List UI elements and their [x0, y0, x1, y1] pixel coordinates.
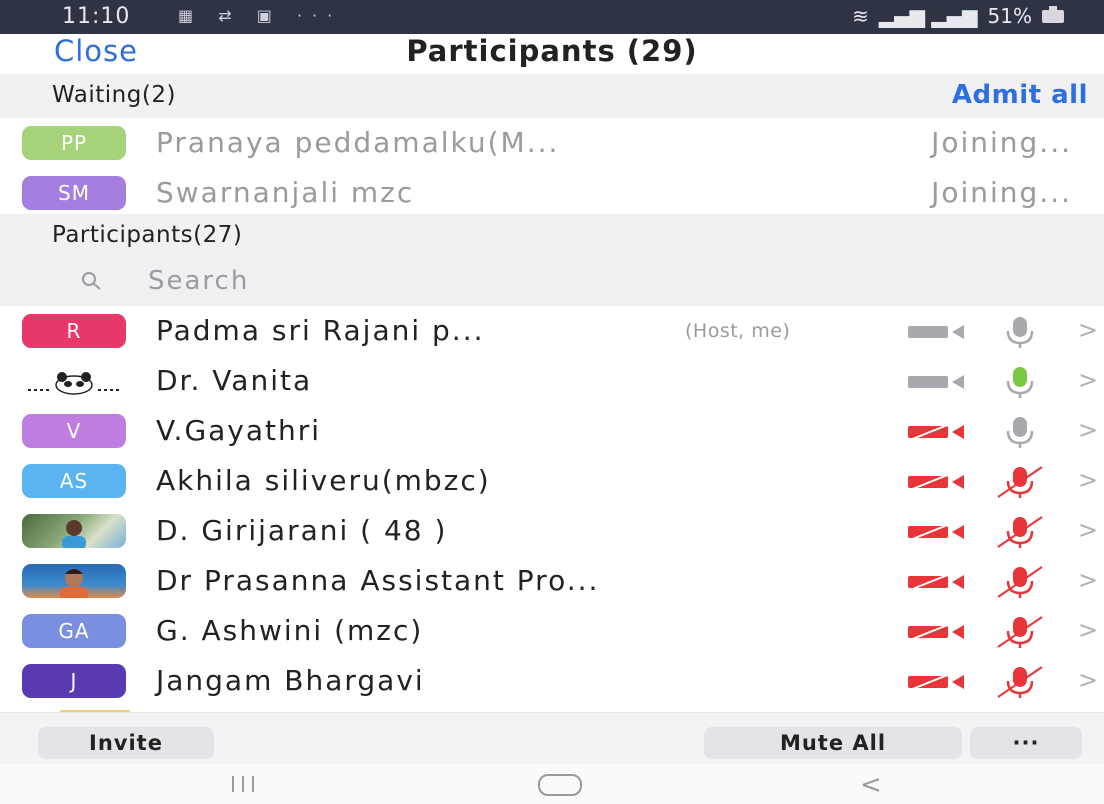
- avatar: [22, 564, 126, 598]
- participants-label: Participants(27): [52, 222, 243, 248]
- bottom-toolbar: Invite Mute All ···: [0, 712, 1104, 764]
- battery-level: 51%: [987, 4, 1032, 28]
- chevron-right-icon[interactable]: >: [1078, 366, 1098, 394]
- participant-name: D. Girijarani ( 48 ): [156, 514, 448, 547]
- more-icon: ···: [296, 6, 343, 25]
- avatar: [22, 364, 126, 398]
- chevron-right-icon[interactable]: >: [1078, 566, 1098, 594]
- mute-all-button[interactable]: Mute All: [704, 727, 962, 759]
- gallery-icon: ▣: [256, 6, 282, 25]
- avatar: J: [22, 664, 126, 698]
- participant-row[interactable]: R Padma sri Rajani p... (Host, me) >: [0, 306, 1100, 356]
- host-tag: (Host, me): [685, 320, 791, 342]
- admit-all-button[interactable]: Admit all: [952, 80, 1088, 110]
- mic-muted-icon: [997, 466, 1043, 498]
- participant-name: V.Gayathri: [156, 414, 322, 447]
- avatar: GA: [22, 614, 126, 648]
- avatar: PP: [22, 126, 126, 160]
- sync-icon: ⇄: [218, 6, 242, 25]
- participant-row[interactable]: J Jangam Bhargavi >: [0, 656, 1100, 706]
- microphone-icon: [1006, 417, 1034, 448]
- notification-icons: ▦ ⇄ ▣ ···: [178, 6, 342, 25]
- mic-muted-icon: [997, 516, 1043, 548]
- signal-icon: ▂▄▆ ▂▄▆: [878, 4, 978, 28]
- participant-name: G. Ashwini (mzc): [156, 614, 424, 647]
- video-off-icon: [908, 423, 964, 441]
- profile-photo: [60, 569, 88, 598]
- video-off-icon: [908, 673, 964, 691]
- system-nav-bar: <: [0, 764, 1104, 804]
- microphone-icon: [1006, 367, 1034, 398]
- video-camera-icon: [908, 325, 964, 339]
- waiting-row[interactable]: SM Swarnanjali mzc Joining...: [0, 168, 1100, 218]
- joining-status: Joining...: [931, 126, 1072, 159]
- avatar: SM: [22, 176, 126, 210]
- participant-row[interactable]: Dr Prasanna Assistant Pro... >: [0, 556, 1100, 606]
- participant-name: Akhila siliveru(mbzc): [156, 464, 491, 497]
- mic-muted-icon: [997, 616, 1043, 648]
- avatar: R: [22, 314, 126, 348]
- video-off-icon: [908, 523, 964, 541]
- participant-name: Dr Prasanna Assistant Pro...: [156, 564, 600, 597]
- participant-name: Swarnanjali mzc: [156, 176, 415, 209]
- search-icon: [82, 272, 101, 290]
- avatar: [22, 514, 126, 548]
- status-right: ≋ ▂▄▆ ▂▄▆ 51%: [852, 4, 1064, 28]
- home-icon[interactable]: [538, 774, 582, 796]
- video-camera-icon: [908, 375, 964, 389]
- status-bar: 11:10 ▦ ⇄ ▣ ··· ≋ ▂▄▆ ▂▄▆ 51%: [0, 0, 1104, 34]
- invite-button[interactable]: Invite: [38, 727, 214, 759]
- chevron-right-icon[interactable]: >: [1078, 316, 1098, 344]
- more-button[interactable]: ···: [970, 727, 1082, 759]
- participant-row[interactable]: AS Akhila siliveru(mbzc) >: [0, 456, 1100, 506]
- mic-muted-icon: [997, 566, 1043, 598]
- joining-status: Joining...: [931, 176, 1072, 209]
- participant-row[interactable]: V V.Gayathri >: [0, 406, 1100, 456]
- status-time: 11:10: [62, 4, 131, 29]
- waiting-label: Waiting(2): [52, 82, 176, 108]
- battery-icon: [1042, 5, 1064, 23]
- mic-muted-icon: [997, 666, 1043, 698]
- participants-header: Close Participants (29): [0, 34, 1104, 74]
- avatar: AS: [22, 464, 126, 498]
- video-off-icon: [908, 623, 964, 641]
- participant-name: Pranaya peddamalku(M...: [156, 126, 560, 159]
- chevron-right-icon[interactable]: >: [1078, 616, 1098, 644]
- chevron-right-icon[interactable]: >: [1078, 416, 1098, 444]
- profile-photo: [62, 520, 86, 548]
- participant-row[interactable]: Dr. Vanita >: [0, 356, 1100, 406]
- panda-avatar-icon: [28, 372, 120, 395]
- participant-name: Jangam Bhargavi: [156, 664, 425, 697]
- chevron-right-icon[interactable]: >: [1078, 466, 1098, 494]
- participant-row[interactable]: D. Girijarani ( 48 ) >: [0, 506, 1100, 556]
- back-icon[interactable]: <: [860, 770, 882, 800]
- wifi-icon: ≋: [852, 4, 869, 28]
- microphone-icon: [1006, 317, 1034, 348]
- waiting-section-header: Waiting(2) Admit all: [0, 74, 1104, 118]
- participant-row[interactable]: GA G. Ashwini (mzc) >: [0, 606, 1100, 656]
- chevron-right-icon[interactable]: >: [1078, 666, 1098, 694]
- participant-name: Dr. Vanita: [156, 364, 313, 397]
- page-title: Participants (29): [406, 34, 698, 68]
- participant-name: Padma sri Rajani p...: [156, 314, 485, 347]
- video-off-icon: [908, 473, 964, 491]
- network-badge-icon: ▦: [178, 6, 204, 25]
- search-bar[interactable]: [56, 262, 1064, 300]
- video-off-icon: [908, 573, 964, 591]
- search-input[interactable]: [148, 264, 1028, 298]
- recents-icon[interactable]: [232, 776, 272, 794]
- waiting-row[interactable]: PP Pranaya peddamalku(M... Joining...: [0, 118, 1100, 168]
- chevron-right-icon[interactable]: >: [1078, 516, 1098, 544]
- avatar: V: [22, 414, 126, 448]
